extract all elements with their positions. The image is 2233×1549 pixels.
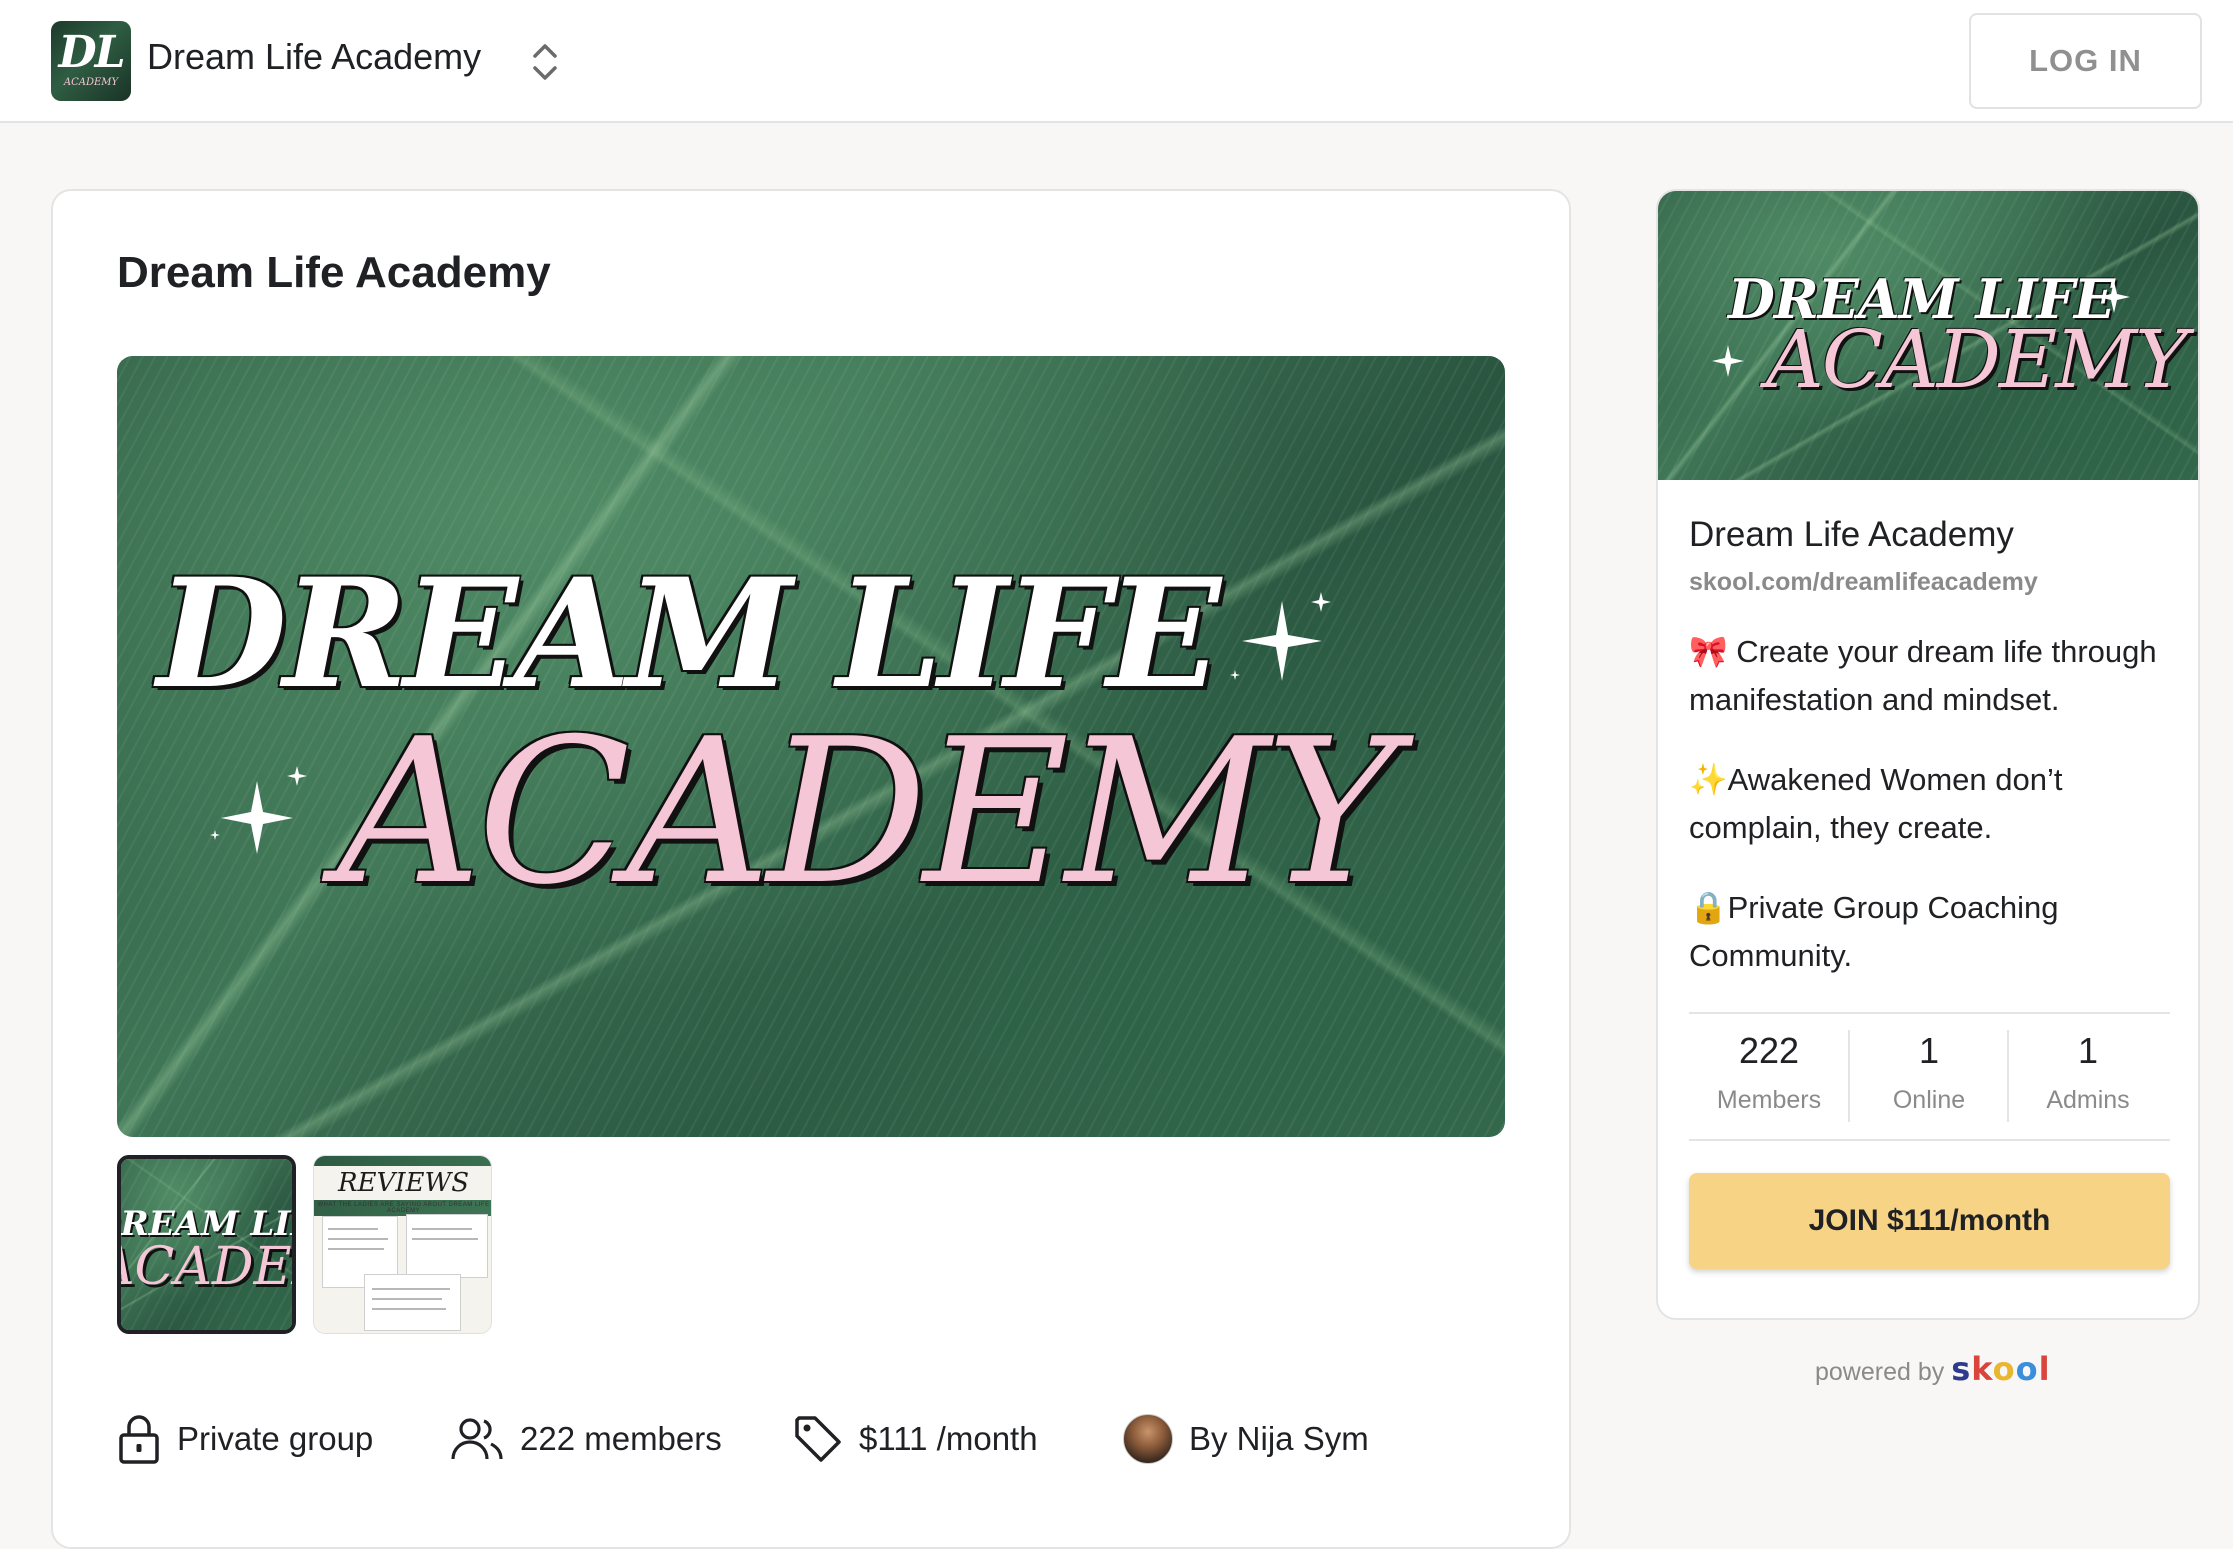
thumbnail-title-line2: ACADEMY bbox=[121, 1237, 292, 1297]
review-snippet bbox=[364, 1274, 461, 1331]
logo-text: DL bbox=[58, 27, 125, 78]
divider bbox=[1689, 1139, 2170, 1141]
description-line: ✨Awakened Women don’t complain, they cre… bbox=[1689, 762, 2063, 845]
users-icon bbox=[451, 1418, 503, 1460]
lock-icon bbox=[119, 1415, 159, 1464]
stat-online-label: Online bbox=[1892, 1086, 1966, 1114]
side-cover-title-line2: ACADEMY bbox=[1766, 313, 2188, 406]
owner-info[interactable]: By Nija Sym bbox=[1123, 1410, 1369, 1468]
stat-members[interactable]: 222 Members bbox=[1690, 1030, 1848, 1115]
thumbnail-reviews-subtitle: WHAT THE LADIES ARE SAYING ABOUT DREAM L… bbox=[317, 1202, 490, 1214]
sparkle-icon bbox=[1230, 592, 1331, 681]
stat-members-label: Members bbox=[1716, 1086, 1822, 1114]
powered-by-label: powered by bbox=[1815, 1358, 1945, 1386]
description-line: 🎀 Create your dream life through manifes… bbox=[1689, 634, 2157, 717]
privacy-label: Private group bbox=[177, 1420, 374, 1457]
group-summary-card: DREAM LIFE ACADEMY bbox=[1656, 189, 2200, 1320]
stat-admins-label: Admins bbox=[2046, 1086, 2130, 1114]
side-cover-image: DREAM LIFE ACADEMY bbox=[1658, 191, 2198, 480]
sparkle-icon bbox=[2098, 281, 2130, 313]
chevron-up-down-icon[interactable] bbox=[530, 40, 560, 84]
price-info: $111 /month bbox=[793, 1410, 1038, 1468]
group-url[interactable]: skool.com/dreamlifeacademy bbox=[1689, 568, 2038, 597]
members-label: 222 members bbox=[520, 1420, 722, 1457]
privacy-info: Private group bbox=[117, 1410, 373, 1468]
owner-label[interactable]: By Nija Sym bbox=[1189, 1420, 1369, 1458]
stat-admins[interactable]: 1 Admins bbox=[2009, 1030, 2167, 1115]
hero-title-line2: ACADEMY bbox=[337, 696, 1398, 929]
divider bbox=[1689, 1012, 2170, 1014]
group-logo[interactable]: DL ACADEMY bbox=[51, 21, 131, 101]
thumbnail-reviews-title: REVIEWS bbox=[314, 1166, 491, 1200]
stat-online-value: 1 bbox=[1918, 1030, 1940, 1071]
page-title: Dream Life Academy bbox=[117, 248, 551, 297]
logo-subtext: ACADEMY bbox=[63, 77, 119, 88]
avatar[interactable] bbox=[1123, 1414, 1173, 1464]
group-name[interactable]: Dream Life Academy bbox=[147, 36, 481, 78]
skool-logo[interactable]: skool bbox=[1951, 1350, 2050, 1388]
members-info: 222 members bbox=[450, 1410, 722, 1468]
stat-online[interactable]: 1 Online bbox=[1850, 1030, 2008, 1115]
hero-image: DREAM LIFE ACADEMY bbox=[117, 356, 1505, 1137]
login-button[interactable]: LOG IN bbox=[1969, 13, 2202, 109]
stat-admins-value: 1 bbox=[2077, 1030, 2099, 1071]
thumbnail-cover[interactable]: DREAM LIFE ACADEMY bbox=[117, 1155, 296, 1334]
top-header: DL ACADEMY Dream Life Academy LOG IN bbox=[0, 0, 2233, 123]
price-label: $111 /month bbox=[859, 1420, 1038, 1457]
thumbnail-reviews[interactable]: REVIEWS WHAT THE LADIES ARE SAYING ABOUT… bbox=[313, 1155, 492, 1334]
powered-by[interactable]: powered by skool bbox=[1815, 1350, 2051, 1388]
description-line: 🔒Private Group Coaching Community. bbox=[1689, 890, 2059, 973]
stat-members-value: 222 bbox=[1738, 1030, 1800, 1071]
review-snippet bbox=[406, 1214, 488, 1278]
sparkle-icon bbox=[1712, 345, 1744, 377]
tag-icon bbox=[795, 1416, 841, 1462]
side-group-title: Dream Life Academy bbox=[1689, 515, 2014, 554]
join-button[interactable]: JOIN $111/month bbox=[1689, 1173, 2170, 1269]
sparkle-icon bbox=[210, 766, 307, 854]
